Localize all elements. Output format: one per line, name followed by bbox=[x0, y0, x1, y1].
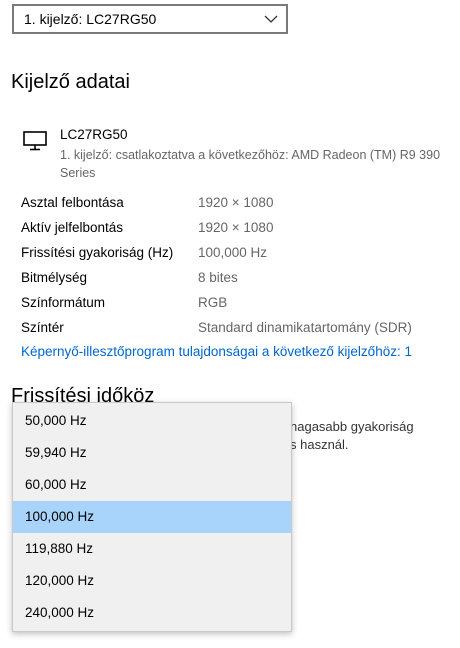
display-selector-value: 1. kijelző: LC27RG50 bbox=[24, 11, 157, 27]
info-row-color-space: Színtér Standard dinamikatartomány (SDR) bbox=[21, 318, 451, 338]
chevron-down-icon bbox=[264, 15, 278, 23]
refresh-description-line: s használ. bbox=[290, 437, 349, 452]
info-label: Asztal felbontása bbox=[21, 195, 124, 210]
info-label: Bitmélység bbox=[21, 270, 88, 285]
info-label: Frissítési gyakoriság (Hz) bbox=[21, 245, 174, 260]
info-label: Színformátum bbox=[21, 295, 106, 310]
section-title-display-info: Kijelző adatai bbox=[11, 71, 130, 93]
refresh-option-59-94hz[interactable]: 59,940 Hz bbox=[13, 437, 291, 469]
monitor-name: LC27RG50 bbox=[60, 127, 128, 142]
info-row-refresh-rate: Frissítési gyakoriság (Hz) 100,000 Hz bbox=[21, 243, 451, 263]
info-row-bit-depth: Bitmélység 8 bites bbox=[21, 268, 451, 288]
info-value: 1920 × 1080 bbox=[198, 220, 274, 235]
info-row-color-format: Színformátum RGB bbox=[21, 293, 451, 313]
refresh-description-line: nagasabb gyakoriság bbox=[290, 419, 414, 434]
refresh-option-240hz[interactable]: 240,000 Hz bbox=[13, 597, 291, 629]
display-settings-page: 1. kijelző: LC27RG50 Kijelző adatai LC27… bbox=[0, 0, 460, 648]
info-value: 8 bites bbox=[198, 270, 238, 285]
info-row-active-signal-resolution: Aktív jelfelbontás 1920 × 1080 bbox=[21, 218, 451, 238]
info-label: Színtér bbox=[21, 320, 64, 335]
info-value: 1920 × 1080 bbox=[198, 195, 274, 210]
monitor-icon bbox=[23, 131, 47, 151]
refresh-rate-dropdown-list: 50,000 Hz 59,940 Hz 60,000 Hz 100,000 Hz… bbox=[12, 402, 292, 632]
info-row-desktop-resolution: Asztal felbontása 1920 × 1080 bbox=[21, 193, 451, 213]
display-selector-dropdown[interactable]: 1. kijelző: LC27RG50 bbox=[12, 4, 288, 34]
refresh-option-60hz[interactable]: 60,000 Hz bbox=[13, 469, 291, 501]
adapter-properties-link[interactable]: Képernyő-illesztőprogram tulajdonságai a… bbox=[21, 344, 412, 359]
info-value: Standard dinamikatartomány (SDR) bbox=[198, 320, 412, 335]
info-label: Aktív jelfelbontás bbox=[21, 220, 124, 235]
monitor-description: 1. kijelző: csatlakoztatva a következőhö… bbox=[60, 148, 441, 180]
refresh-option-120hz[interactable]: 120,000 Hz bbox=[13, 565, 291, 597]
refresh-description-text: nagasabb gyakoriság s használ. bbox=[290, 418, 414, 454]
info-value: 100,000 Hz bbox=[198, 245, 268, 260]
refresh-option-119-88hz[interactable]: 119,880 Hz bbox=[13, 533, 291, 565]
refresh-option-100hz[interactable]: 100,000 Hz bbox=[13, 501, 291, 533]
info-value: RGB bbox=[198, 295, 228, 310]
refresh-option-50hz[interactable]: 50,000 Hz bbox=[13, 405, 291, 437]
